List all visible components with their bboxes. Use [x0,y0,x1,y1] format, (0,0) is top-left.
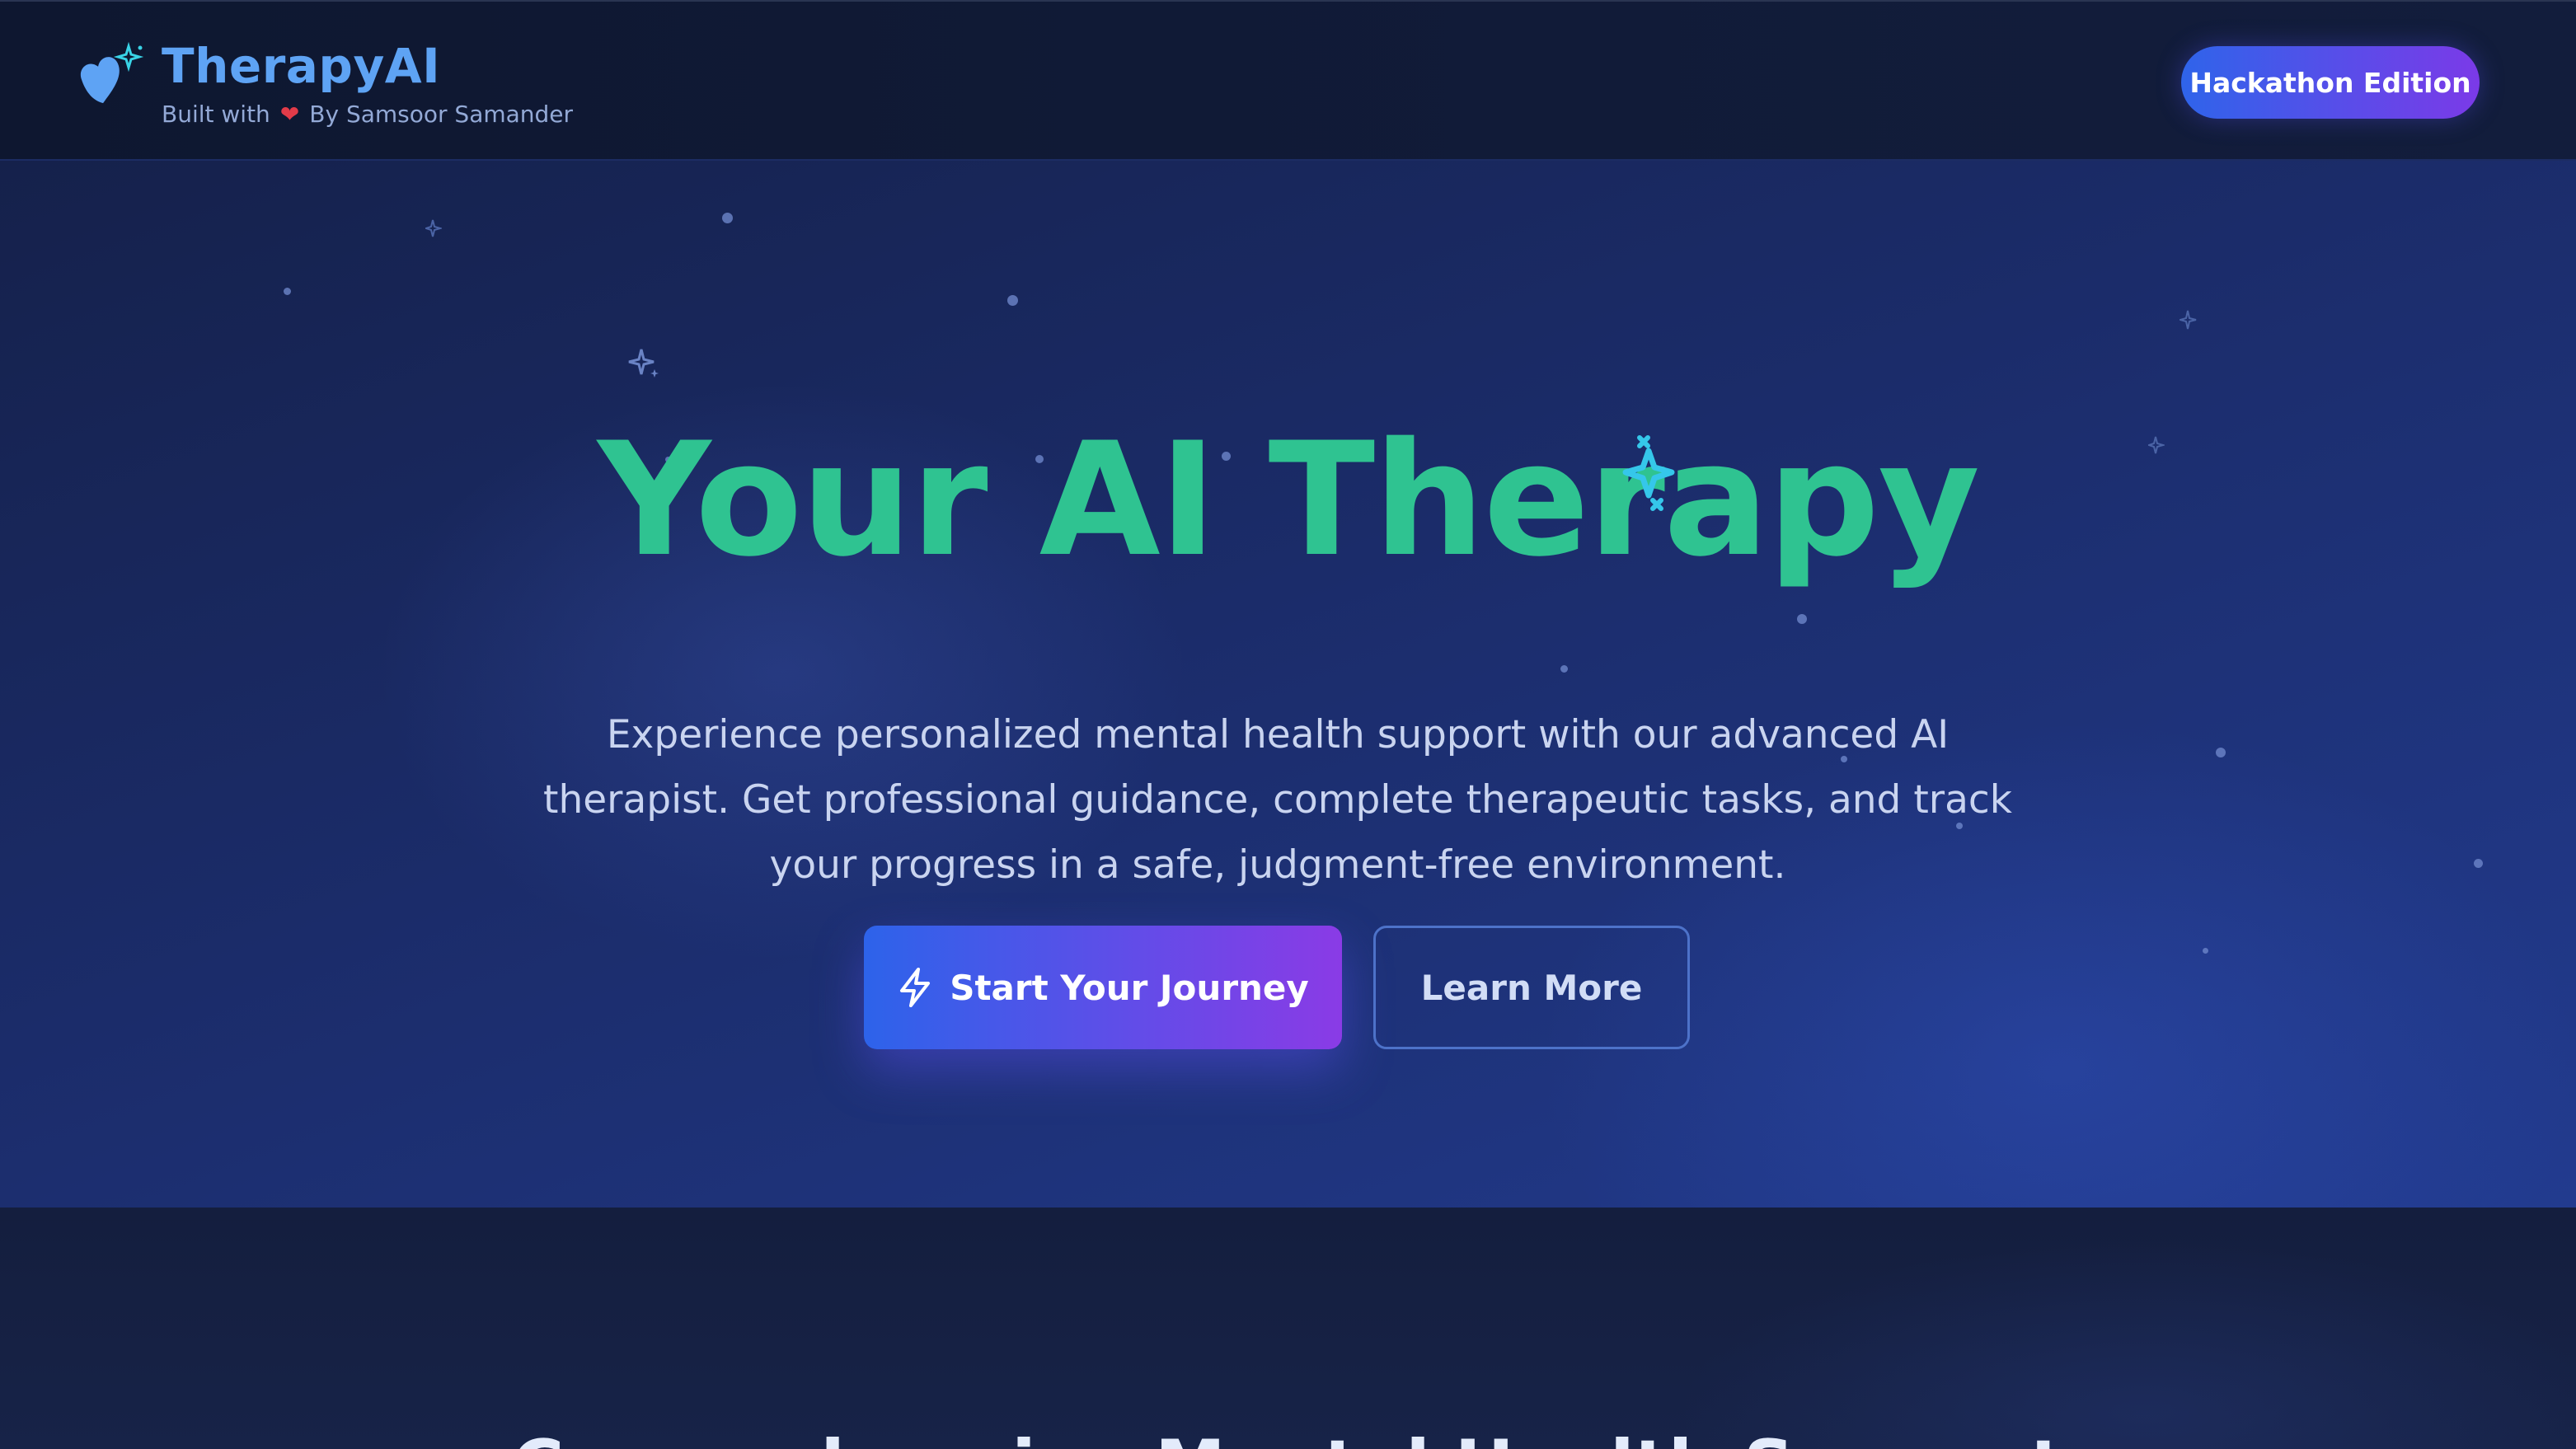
decorative-dot [2474,859,2483,868]
author-label: By Samsoor Samander [309,101,574,128]
decorative-dot [1797,614,1807,624]
decorative-dot [1007,295,1018,306]
decorative-dot [2203,948,2208,954]
start-your-journey-label: Start Your Journey [950,967,1309,1008]
decorative-dot [284,288,291,295]
hero-title: Your AI Therapy [597,409,1980,592]
heart-sparkle-icon[interactable] [71,40,147,115]
start-your-journey-button[interactable]: Start Your Journey [864,926,1342,1049]
features-section: Comprehensive Mental Health Support [0,1208,2576,1449]
hero-description: Experience personalized mental health su… [543,712,2012,888]
sparkle-icon [1622,435,1675,511]
heart-icon: ❤ [279,101,300,128]
features-title: Comprehensive Mental Health Support [0,1431,2576,1449]
sparkle-icon [425,219,442,237]
decorative-dot [2216,748,2226,757]
learn-more-button[interactable]: Learn More [1373,926,1690,1049]
hackathon-edition-badge[interactable]: Hackathon Edition [2181,46,2480,119]
brand-title[interactable]: TherapyAI [162,38,440,94]
decorative-dot [1560,665,1568,673]
sparkle-icon [628,349,659,377]
sparkle-icon [2180,310,2197,330]
hero-section: Your AI Therapy Experience personalized … [0,161,2576,1208]
brand-subtitle: Built with ❤ By Samsoor Samander [162,101,573,128]
lightning-bolt-icon [900,968,931,1007]
decorative-dot [722,213,733,223]
built-with-label: Built with [162,101,270,128]
site-header: TherapyAI Built with ❤ By Samsoor Samand… [0,0,2576,161]
